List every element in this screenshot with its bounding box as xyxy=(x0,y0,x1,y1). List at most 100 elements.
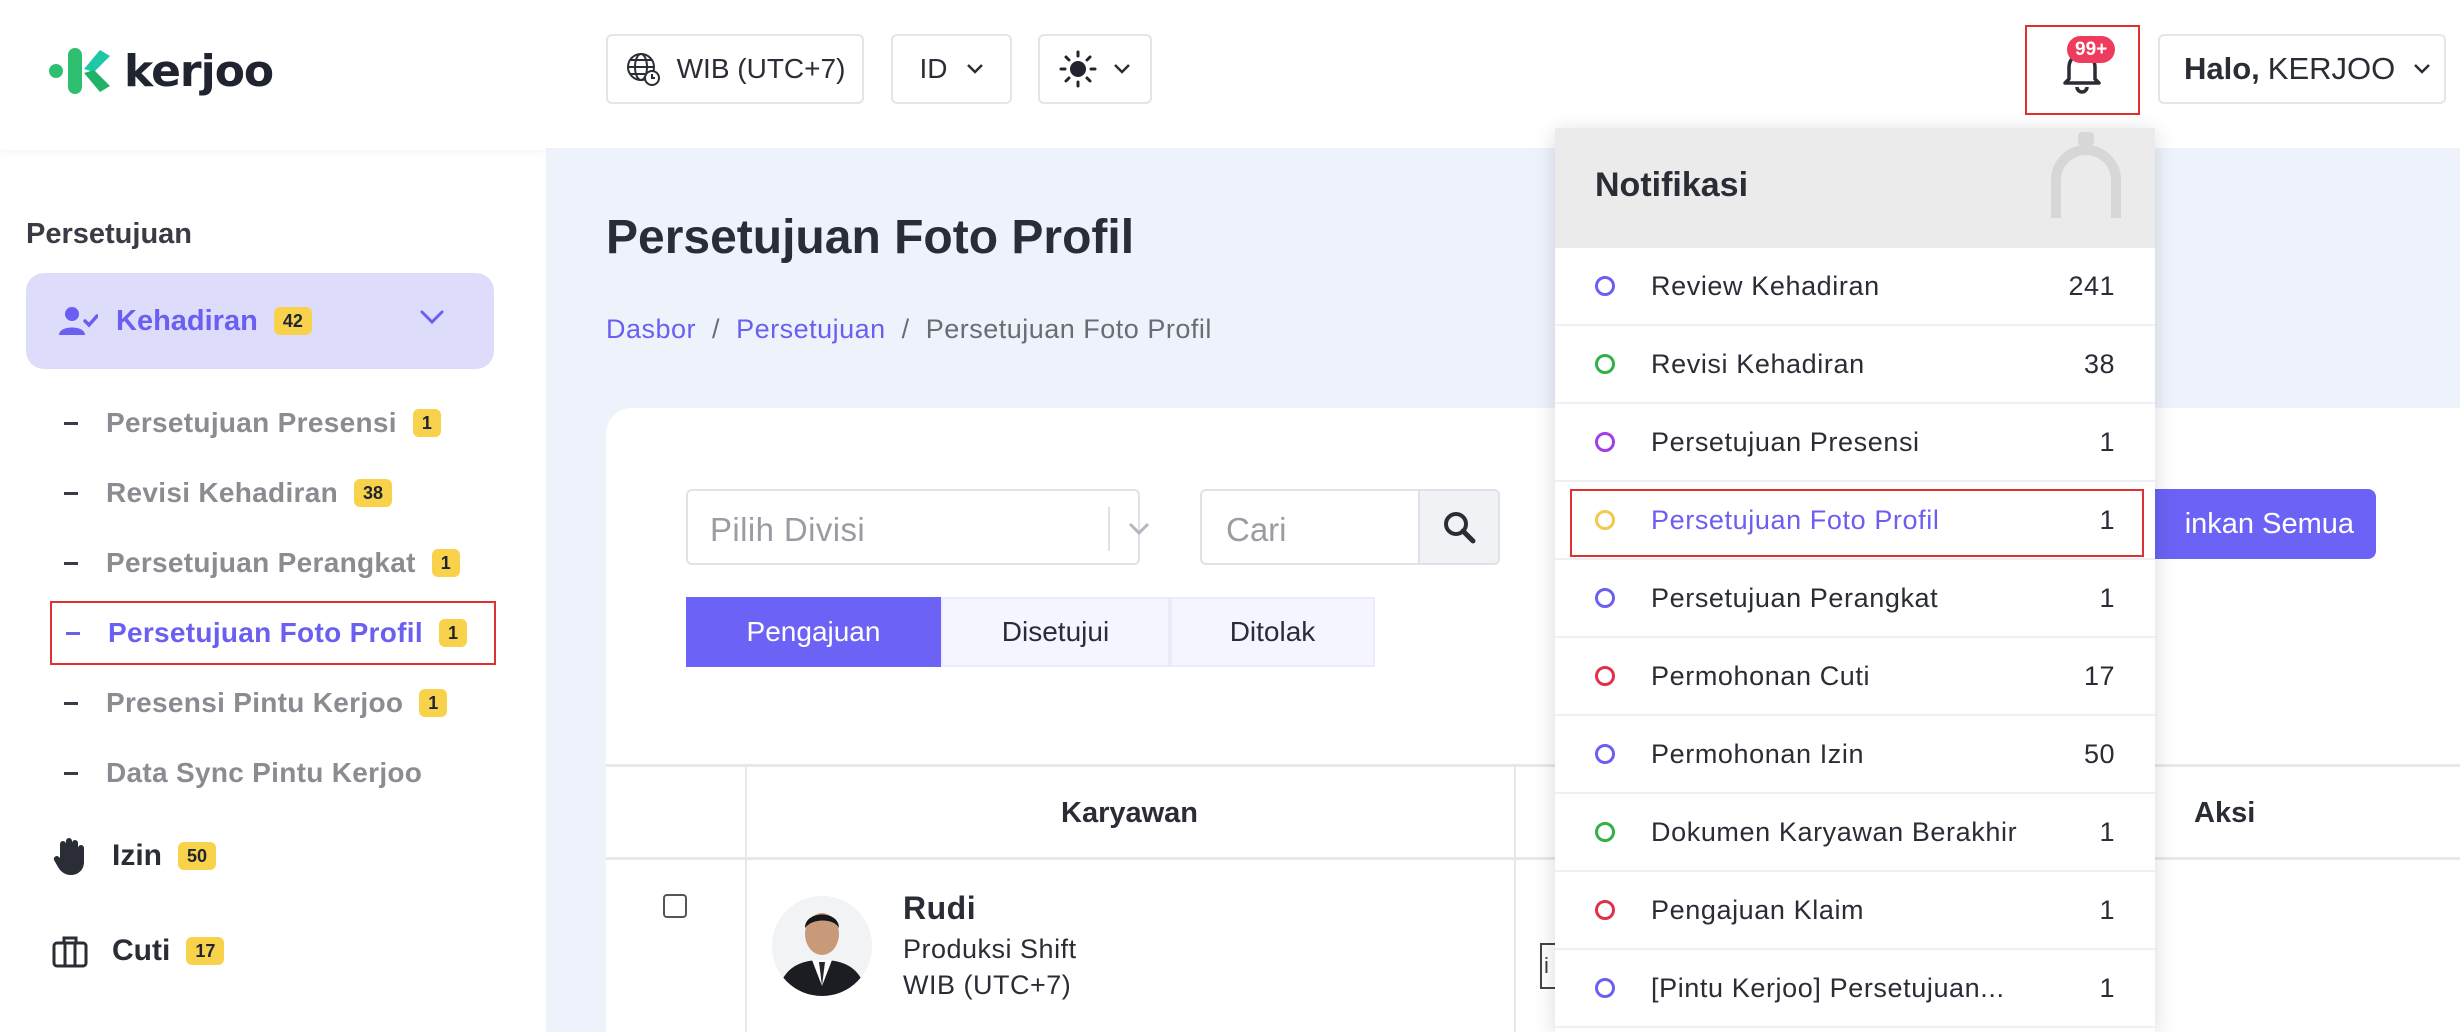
status-ring-icon xyxy=(1595,900,1615,920)
status-ring-icon xyxy=(1595,432,1615,452)
status-ring-icon xyxy=(1595,744,1615,764)
notification-title: Notifikasi xyxy=(1595,166,1749,204)
notification-item-permohonan-cuti[interactable]: Permohonan Cuti 17 xyxy=(1555,638,2155,716)
notification-count: 1 xyxy=(2099,972,2115,1003)
notification-item-dokumen-karyawan-berakhir[interactable]: Dokumen Karyawan Berakhir 1 xyxy=(1555,794,2155,872)
column-divider xyxy=(745,764,747,1032)
sidebar-item-badge: 1 xyxy=(438,619,467,647)
status-tabs: Pengajuan Disetujui Ditolak xyxy=(686,597,1375,667)
tab-disetujui[interactable]: Disetujui xyxy=(941,597,1170,667)
sidebar-item-badge: 38 xyxy=(354,479,393,507)
employee-photo-icon xyxy=(772,896,872,996)
chevron-down-icon[interactable] xyxy=(420,309,444,325)
notification-header: Notifikasi xyxy=(1555,128,2155,248)
approve-all-button[interactable]: inkan Semua xyxy=(2130,489,2376,559)
breadcrumb-current: Persetujuan Foto Profil xyxy=(925,314,1212,344)
timezone-label: WIB (UTC+7) xyxy=(676,53,846,84)
tab-pengajuan[interactable]: Pengajuan xyxy=(686,597,941,667)
dash-icon xyxy=(64,701,78,705)
sidebar-item-label: Persetujuan Foto Profil xyxy=(108,617,423,648)
approve-all-label: inkan Semua xyxy=(2184,507,2354,540)
notification-count: 1 xyxy=(2099,816,2115,847)
sidebar-item-izin[interactable]: Izin 50 xyxy=(52,836,217,876)
breadcrumb: Dasbor / Persetujuan / Persetujuan Foto Prof… xyxy=(606,314,1212,345)
kerjoo-logo-icon xyxy=(49,48,110,94)
notification-label: Pengajuan Klaim xyxy=(1651,894,1865,925)
breadcrumb-link-persetujuan[interactable]: Persetujuan xyxy=(736,314,886,344)
employee-name: Rudi xyxy=(903,890,977,926)
logo[interactable]: kerjoo xyxy=(48,44,274,98)
sidebar-item-data-sync-pintu-kerjoo[interactable]: Data Sync Pintu Kerjoo xyxy=(50,742,496,804)
notification-count: 50 xyxy=(2083,738,2115,769)
highlight-box xyxy=(1570,489,2144,557)
hand-icon xyxy=(53,838,84,875)
notification-item-review-kehadiran[interactable]: Review Kehadiran 241 xyxy=(1555,248,2155,326)
chevron-down-icon xyxy=(1128,522,1150,536)
tab-ditolak[interactable]: Ditolak xyxy=(1170,597,1375,667)
notification-count: 1 xyxy=(2099,582,2115,613)
dash-icon xyxy=(64,421,78,425)
column-header-aksi: Aksi xyxy=(2194,797,2256,829)
notification-label: Permohonan Izin xyxy=(1651,738,1865,769)
sidebar-item-label: Persetujuan Presensi xyxy=(106,407,397,438)
division-select[interactable]: Pilih Divisi xyxy=(686,489,1150,565)
globe-clock-icon xyxy=(626,53,660,86)
search-icon xyxy=(1444,512,1476,544)
search-button[interactable] xyxy=(1418,489,1500,565)
column-divider xyxy=(1514,764,1516,1032)
sidebar-group-kehadiran[interactable]: Kehadiran 42 xyxy=(26,273,494,369)
notification-count: 241 xyxy=(2068,270,2115,301)
sidebar-item-persetujuan-foto-profil[interactable]: Persetujuan Foto Profil 1 xyxy=(50,601,496,665)
avatar xyxy=(772,896,872,996)
status-ring-icon xyxy=(1595,354,1615,374)
status-ring-icon xyxy=(1595,666,1615,686)
row-checkbox[interactable] xyxy=(663,894,687,918)
status-ring-icon xyxy=(1595,276,1615,296)
sidebar-item-persetujuan-perangkat[interactable]: Persetujuan Perangkat 1 xyxy=(50,532,496,594)
sidebar-item-label: Persetujuan Perangkat xyxy=(106,547,416,578)
notification-count-badge: 99+ xyxy=(2067,36,2116,63)
user-name: KERJOO xyxy=(2267,51,2396,86)
notification-label: Persetujuan Presensi xyxy=(1651,426,1920,457)
page-title: Persetujuan Foto Profil xyxy=(606,211,1135,264)
bell-icon xyxy=(2051,132,2121,218)
notification-count: 1 xyxy=(2099,894,2115,925)
chevron-down-icon xyxy=(2414,64,2431,74)
dash-icon xyxy=(64,491,78,495)
notification-item-revisi-kehadiran[interactable]: Revisi Kehadiran 38 xyxy=(1555,326,2155,404)
language-select[interactable]: ID xyxy=(891,34,1012,104)
breadcrumb-separator: / xyxy=(712,314,721,344)
notification-item-persetujuan-perangkat[interactable]: Persetujuan Perangkat 1 xyxy=(1555,560,2155,638)
status-ring-icon xyxy=(1595,978,1615,998)
sidebar-item-badge: 17 xyxy=(186,937,225,965)
sidebar-item-revisi-kehadiran[interactable]: Revisi Kehadiran 38 xyxy=(50,462,496,524)
notification-dropdown: Notifikasi Review Kehadiran 241 Revisi K… xyxy=(1555,128,2155,1032)
table-header: Karyawan Aksi xyxy=(606,764,2460,860)
sidebar-item-cuti[interactable]: Cuti 17 xyxy=(52,934,225,968)
chevron-down-icon xyxy=(1114,64,1130,74)
briefcase-icon xyxy=(52,936,88,968)
theme-select[interactable] xyxy=(1038,34,1152,104)
notification-label: Dokumen Karyawan Berakhir xyxy=(1651,816,2018,847)
column-header-karyawan: Karyawan xyxy=(1061,797,1199,829)
notification-label: Permohonan Cuti xyxy=(1651,660,1871,691)
notification-item-pintu-kerjoo-persetujuan[interactable]: [Pintu Kerjoo] Persetujuan... 1 xyxy=(1555,950,2155,1028)
timezone-button[interactable]: WIB (UTC+7) xyxy=(606,34,864,104)
sun-icon xyxy=(1059,50,1097,88)
search-input[interactable]: Cari xyxy=(1200,489,1420,565)
sidebar-item-badge: 50 xyxy=(178,842,217,870)
user-check-icon xyxy=(59,307,98,335)
search-placeholder: Cari xyxy=(1226,511,1287,548)
notification-item-pengajuan-klaim[interactable]: Pengajuan Klaim 1 xyxy=(1555,872,2155,950)
sidebar-item-persetujuan-presensi[interactable]: Persetujuan Presensi 1 xyxy=(50,392,496,454)
chevron-down-icon xyxy=(966,64,983,74)
breadcrumb-link-dasbor[interactable]: Dasbor xyxy=(606,314,696,344)
notification-label: Persetujuan Perangkat xyxy=(1651,582,1939,613)
sidebar-item-label: Izin xyxy=(112,839,162,872)
notification-item-persetujuan-presensi[interactable]: Persetujuan Presensi 1 xyxy=(1555,404,2155,482)
sidebar-section-title: Persetujuan xyxy=(26,218,192,250)
notification-count: 1 xyxy=(2099,426,2115,457)
sidebar-item-presensi-pintu-kerjoo[interactable]: Presensi Pintu Kerjoo 1 xyxy=(50,672,496,734)
notification-item-permohonan-izin[interactable]: Permohonan Izin 50 xyxy=(1555,716,2155,794)
user-menu-button[interactable]: Halo, KERJOO xyxy=(2158,34,2446,104)
